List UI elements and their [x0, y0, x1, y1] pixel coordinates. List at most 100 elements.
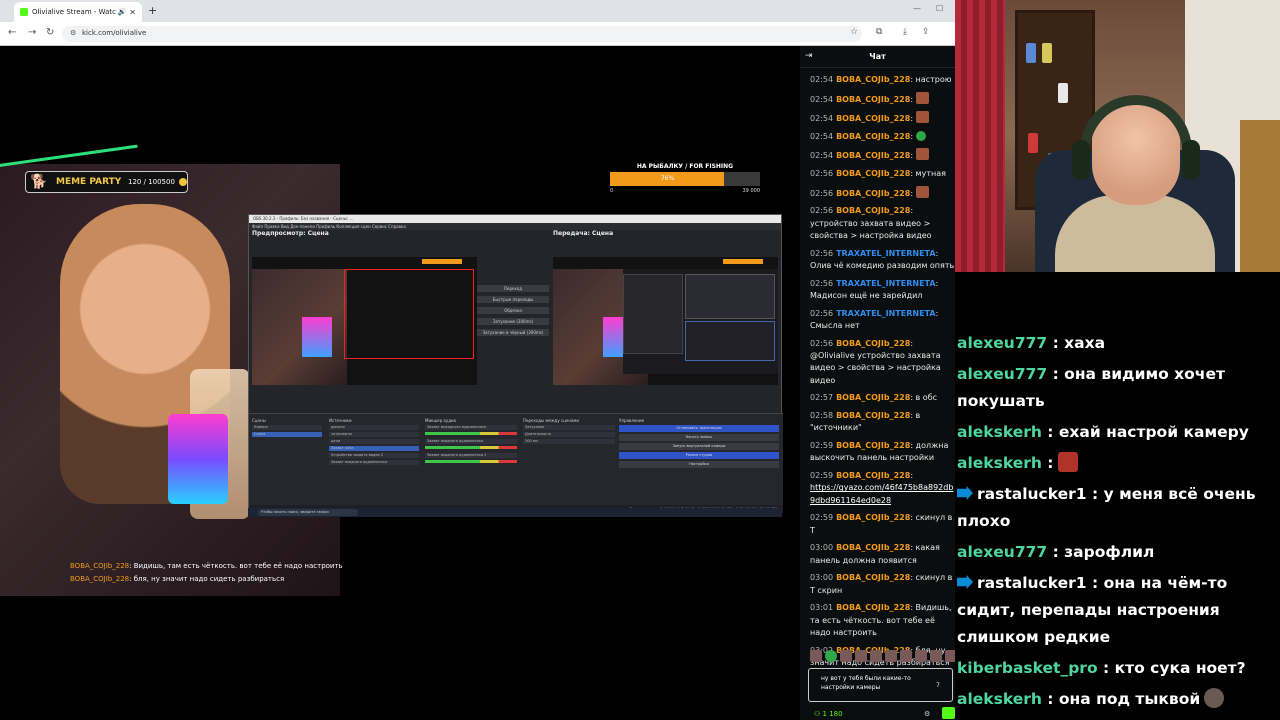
send-button[interactable] [942, 707, 955, 719]
back-icon[interactable]: ← [8, 27, 16, 38]
virtual-camera-button[interactable]: Запуск виртуальной камеры [619, 443, 779, 450]
preview-selection-box[interactable] [344, 269, 474, 359]
start-record-button[interactable]: Начать запись [619, 434, 779, 441]
mixer-meter[interactable] [425, 432, 517, 435]
message-username[interactable]: TRAXATEL_INTERNETA [836, 279, 936, 288]
emote-icon[interactable] [930, 650, 942, 662]
preview-cam [252, 269, 347, 385]
emote-icon[interactable] [885, 650, 897, 662]
message-username[interactable]: BOBA_COJIb_228 [836, 114, 910, 123]
message-username[interactable]: BOBA_COJIb_228 [836, 543, 910, 552]
preview-phone [302, 317, 332, 357]
bookmark-star-icon[interactable]: ☆ [850, 27, 858, 37]
emote-icon[interactable] [870, 650, 882, 662]
transition-quick[interactable]: Быстрые переходы [477, 296, 549, 303]
download-icon[interactable]: ⤓ [903, 27, 907, 37]
emote-icon[interactable] [915, 650, 927, 662]
obs-preview-canvas[interactable] [252, 257, 477, 385]
goal-percent: 76% [660, 175, 675, 182]
message-username[interactable]: BOBA_COJIb_228 [836, 206, 910, 215]
scene-item[interactable]: Камера [252, 425, 322, 430]
source-item[interactable]: цели [329, 439, 419, 444]
new-tab-button[interactable]: + [148, 4, 157, 17]
goal-title: НА РЫБАЛКУ / FOR FISHING [636, 163, 734, 170]
emote-icon [1057, 452, 1078, 472]
overlay-chat-message: alexeu777 : она видимо хочет покушать [955, 361, 1280, 415]
message-username[interactable]: BOBA_COJIb_228 [836, 151, 910, 160]
message-username[interactable]: BOBA_COJIb_228 [836, 513, 910, 522]
extensions-icon[interactable]: ⧉ [876, 27, 882, 37]
source-item[interactable]: донаты [329, 425, 419, 430]
chat-message: 02:56 BOBA_COJIb_228: @Olivialive устройс… [810, 338, 955, 388]
url-field[interactable]: ⚙ kick.com/olivialive [62, 26, 862, 42]
tab-close-icon[interactable]: ✕ [129, 8, 136, 17]
transition-fade[interactable]: Затухание (300ms) [477, 318, 549, 325]
reload-icon[interactable]: ↻ [46, 27, 54, 38]
transition-select[interactable]: Затухание [523, 425, 615, 430]
message-username[interactable]: BOBA_COJIb_228 [836, 189, 910, 198]
emote-icon [915, 185, 929, 198]
overlay-chat-messages: alexeu777 : хаха alexeu777 : она видимо х… [955, 330, 1280, 717]
overlay-text: : она под тыквой [1041, 690, 1201, 708]
speaker-icon[interactable]: 🔊 [118, 8, 127, 16]
emote-icon[interactable] [945, 650, 955, 662]
settings-button[interactable]: Настройки [619, 461, 779, 468]
emote-icon[interactable] [840, 650, 852, 662]
message-username[interactable]: BOBA_COJIb_228 [836, 603, 910, 612]
emote-icon[interactable] [900, 650, 912, 662]
transition-cut[interactable]: Обрезка [477, 307, 549, 314]
stream-video[interactable]: 🐕 MEME PARTY 120 / 100500 НА РЫБАЛКУ / F… [0, 46, 800, 720]
obs-docks: Сцены Камера Сцена Источники донаты чат/… [249, 413, 783, 505]
message-username[interactable]: BOBA_COJIb_228 [836, 471, 910, 480]
stop-stream-button[interactable]: Остановить трансляцию [619, 425, 779, 432]
source-item[interactable]: Устройство захвата видео 2 [329, 453, 419, 458]
overlay-chat-line: BOBA_COJIb_228: бля, ну значит надо сиде… [70, 575, 285, 583]
site-info-icon[interactable]: ⚙ [70, 29, 76, 37]
forward-icon[interactable]: → [28, 27, 36, 38]
emote-icon[interactable] [810, 650, 822, 662]
source-item[interactable]: Захват входного аудиопотока [329, 460, 419, 465]
message-username[interactable]: BOBA_COJIb_228 [836, 75, 910, 84]
message-link[interactable]: https://gyazo.com/46f475b8a892db9dbd9611… [810, 483, 953, 504]
message-username[interactable]: BOBA_COJIb_228 [836, 411, 910, 420]
maximize-icon[interactable]: ☐ [936, 4, 943, 13]
emote-icon[interactable] [855, 650, 867, 662]
source-item[interactable]: чат/алерты [329, 432, 419, 437]
emote-icon[interactable] [825, 650, 837, 662]
message-username[interactable]: BOBA_COJIb_228 [836, 573, 910, 582]
message-username[interactable]: BOBA_COJIb_228 [836, 339, 910, 348]
message-username[interactable]: BOBA_COJIb_228 [836, 441, 910, 450]
cabinet [1240, 120, 1280, 272]
tab-olivialive[interactable]: Olivialive Stream - Watch Li... 🔊 ✕ [14, 2, 142, 22]
chat-input[interactable]: ну вот у тебя были какие-то настройки ка… [808, 668, 953, 702]
minimize-icon[interactable]: — [913, 4, 921, 13]
message-username[interactable]: BOBA_COJIb_228 [836, 132, 910, 141]
chat-message: 02:56 BOBA_COJIb_228: устройство захвата … [810, 205, 955, 242]
meme-party-count: 120 / 100500 [128, 178, 175, 186]
scene-transitions-dock: Переходы между сценами Затухание Длитель… [523, 418, 615, 502]
collapse-chat-icon[interactable]: ⇥ [805, 51, 813, 61]
taskbar-search[interactable]: Чтобы начать поиск, введите запрос [258, 509, 358, 516]
overlay-username: alexeu777 [957, 543, 1048, 561]
message-username[interactable]: BOBA_COJIb_228 [836, 393, 910, 402]
chat-message: 02:59 BOBA_COJIb_228: скинул в Т [810, 512, 955, 537]
scene-item[interactable]: Сцена [252, 432, 322, 437]
mixer-meter[interactable] [425, 446, 517, 449]
message-username[interactable]: TRAXATEL_INTERNETA [836, 249, 936, 258]
mixer-dock: Микшер аудио Захват выходного аудиопоток… [425, 418, 517, 502]
duration-value[interactable]: 300 ms [523, 439, 615, 444]
message-username[interactable]: BOBA_COJIb_228 [836, 95, 910, 104]
obs-preview-label: Предпросмотр: Сцена [252, 230, 329, 237]
source-item[interactable]: Захват окна [329, 446, 419, 451]
transition-fade-black[interactable]: Затухание в чёрный (300ms) [477, 329, 549, 336]
chat-settings-icon[interactable]: ⚙ [924, 710, 930, 718]
mixer-meter[interactable] [425, 460, 517, 463]
transition-button[interactable]: Переход [477, 285, 549, 292]
overlay-chat-large: alexeu777 : хаха alexeu777 : она видимо х… [955, 272, 1280, 720]
emote-icon [1204, 688, 1225, 708]
studio-mode-button[interactable]: Режим студии [619, 452, 779, 459]
share-icon[interactable]: ⇪ [922, 27, 930, 37]
message-username[interactable]: TRAXATEL_INTERNETA [836, 309, 936, 318]
scene-transitions-header: Переходы между сценами [523, 418, 580, 423]
message-username[interactable]: BOBA_COJIb_228 [836, 169, 910, 178]
